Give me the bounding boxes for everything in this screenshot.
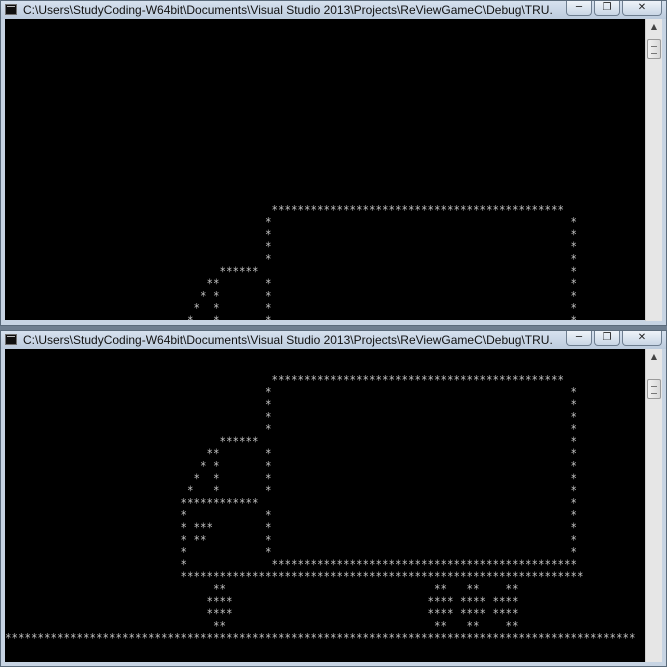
console-ascii-art: ****************************************… [5, 372, 636, 646]
window-title: C:\Users\StudyCoding-W64bit\Documents\Vi… [23, 3, 553, 17]
window-controls: ─ ❐ ✕ [566, 331, 662, 349]
vertical-scrollbar[interactable]: ▲ [645, 349, 662, 662]
console-output: ****************************************… [5, 349, 645, 662]
scroll-up-icon[interactable]: ▲ [646, 349, 662, 365]
title-bar[interactable]: C:\Users\StudyCoding-W64bit\Documents\Vi… [1, 331, 666, 349]
console-window-bottom: C:\Users\StudyCoding-W64bit\Documents\Vi… [0, 330, 667, 667]
close-button[interactable]: ✕ [622, 331, 662, 346]
window-title: C:\Users\StudyCoding-W64bit\Documents\Vi… [23, 333, 553, 347]
minimize-button[interactable]: ─ [566, 331, 592, 346]
vertical-scrollbar[interactable]: ▲ [645, 19, 662, 321]
window-controls: ─ ❐ ✕ [566, 1, 662, 19]
console-window-top: C:\Users\StudyCoding-W64bit\Documents\Vi… [0, 0, 667, 326]
minimize-button[interactable]: ─ [566, 1, 592, 16]
console-output: ****************************************… [5, 19, 645, 320]
scroll-thumb[interactable] [647, 379, 661, 399]
scroll-thumb[interactable] [647, 39, 661, 59]
scroll-up-icon[interactable]: ▲ [646, 19, 662, 35]
restore-button[interactable]: ❐ [594, 1, 620, 16]
console-app-icon[interactable] [5, 4, 17, 15]
console-app-icon[interactable] [5, 334, 17, 345]
restore-button[interactable]: ❐ [594, 331, 620, 346]
title-bar[interactable]: C:\Users\StudyCoding-W64bit\Documents\Vi… [1, 1, 666, 19]
console-ascii-art: ****************************************… [187, 202, 577, 320]
close-button[interactable]: ✕ [622, 1, 662, 16]
